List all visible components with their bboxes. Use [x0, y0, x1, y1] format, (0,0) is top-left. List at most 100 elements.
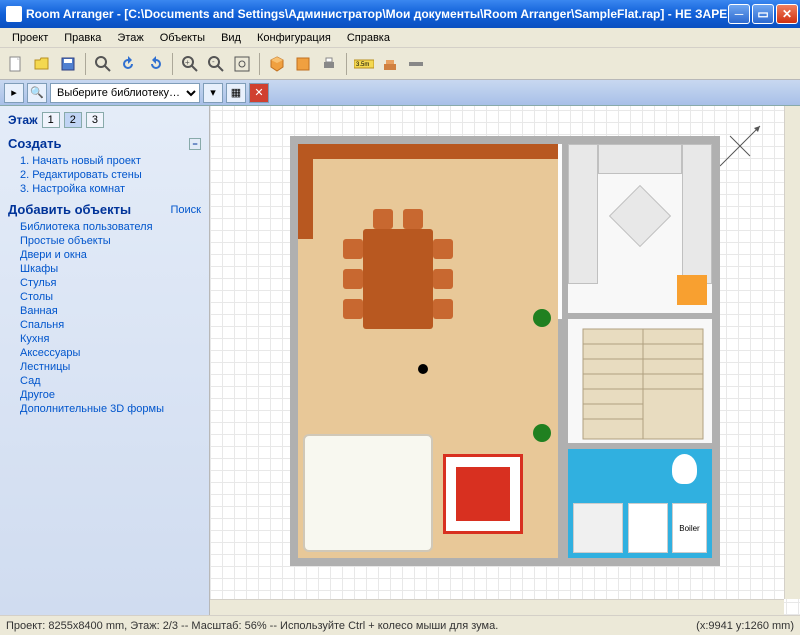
room-staircase[interactable] [562, 319, 712, 449]
sofa[interactable] [303, 434, 433, 552]
furniture-button[interactable] [378, 52, 402, 76]
cat-doors-windows[interactable]: Двери и окна [20, 248, 201, 262]
cat-kitchen[interactable]: Кухня [20, 332, 201, 346]
zoom-in-button[interactable]: + [178, 52, 202, 76]
bath-counter[interactable] [628, 503, 668, 553]
cat-garden[interactable]: Сад [20, 374, 201, 388]
zoom-out-button[interactable]: - [204, 52, 228, 76]
create-new-project[interactable]: 1. Начать новый проект [20, 154, 201, 168]
objects-header: Добавить объекты Поиск [8, 202, 201, 217]
chair[interactable] [433, 239, 453, 259]
save-button[interactable] [56, 52, 80, 76]
redo-button[interactable] [143, 52, 167, 76]
menu-objects[interactable]: Объекты [152, 30, 213, 46]
shelf-left[interactable] [298, 159, 313, 239]
cat-accessories[interactable]: Аксессуары [20, 346, 201, 360]
cat-tables[interactable]: Столы [20, 290, 201, 304]
toilet-icon[interactable] [672, 454, 697, 484]
kitchen-counter[interactable] [682, 144, 712, 284]
titlebar: Room Arranger - [C:\Documents and Settin… [0, 0, 800, 28]
search-link[interactable]: Поиск [171, 204, 201, 216]
svg-text:-: - [212, 57, 215, 66]
view-2d-button[interactable] [291, 52, 315, 76]
chair[interactable] [343, 269, 363, 289]
chair[interactable] [343, 299, 363, 319]
floor-3-button[interactable]: 3 [86, 112, 104, 128]
lib-close-icon[interactable]: ✕ [249, 83, 269, 103]
floor-2-button[interactable]: 2 [64, 112, 82, 128]
cat-chairs[interactable]: Стулья [20, 276, 201, 290]
horizontal-scrollbar[interactable] [210, 599, 784, 615]
menu-project[interactable]: Проект [4, 30, 56, 46]
kitchen-appliance[interactable] [677, 275, 707, 305]
close-button[interactable]: ✕ [776, 4, 798, 24]
print-button[interactable] [317, 52, 341, 76]
library-dropdown[interactable]: Выберите библиотеку… [50, 83, 200, 103]
kitchen-counter[interactable] [598, 144, 682, 174]
cat-stairs[interactable]: Лестницы [20, 360, 201, 374]
vertical-scrollbar[interactable] [784, 106, 800, 599]
room-bathroom[interactable]: Boiler [562, 443, 712, 558]
create-header: Создать − [8, 136, 201, 151]
zoom-fit-button[interactable] [230, 52, 254, 76]
menu-floor[interactable]: Этаж [109, 30, 151, 46]
cat-bathroom[interactable]: Ванная [20, 304, 201, 318]
boiler[interactable]: Boiler [672, 503, 707, 553]
create-edit-walls[interactable]: 2. Редактировать стены [20, 168, 201, 182]
cat-simple[interactable]: Простые объекты [20, 234, 201, 248]
sidebar: Этаж 1 2 3 Создать − 1. Начать новый про… [0, 106, 210, 615]
create-list: 1. Начать новый проект 2. Редактировать … [8, 154, 201, 196]
menu-config[interactable]: Конфигурация [249, 30, 339, 46]
cat-wardrobes[interactable]: Шкафы [20, 262, 201, 276]
stairs-icon [568, 319, 712, 449]
lib-arrow-icon[interactable]: ▸ [4, 83, 24, 103]
plant-icon[interactable] [533, 309, 551, 327]
canvas[interactable]: Boiler [210, 106, 800, 615]
minimize-button[interactable]: ─ [728, 4, 750, 24]
menubar: Проект Правка Этаж Объекты Вид Конфигура… [0, 28, 800, 48]
create-room-settings[interactable]: 3. Настройка комнат [20, 182, 201, 196]
svg-text:3.5m: 3.5m [356, 62, 369, 68]
toolbar-main: + - 3.5m [0, 48, 800, 80]
floorplan[interactable]: Boiler [290, 136, 720, 566]
measure-button[interactable]: 3.5m [352, 52, 376, 76]
new-button[interactable] [4, 52, 28, 76]
cat-user-library[interactable]: Библиотека пользователя [20, 220, 201, 234]
cat-3d-shapes[interactable]: Дополнительные 3D формы [20, 402, 201, 416]
window-title: Room Arranger - [C:\Documents and Settin… [26, 7, 728, 21]
lib-expand-icon[interactable]: ▾ [203, 83, 223, 103]
collapse-icon[interactable]: − [189, 138, 201, 150]
room-living[interactable] [298, 144, 558, 558]
kitchen-counter[interactable] [568, 144, 598, 284]
undo-button[interactable] [117, 52, 141, 76]
lamp-icon[interactable] [418, 364, 428, 374]
statusbar: Проект: 8255x8400 mm, Этаж: 2/3 -- Масшт… [0, 615, 800, 635]
zoom-button[interactable] [91, 52, 115, 76]
chair[interactable] [433, 299, 453, 319]
floor-selector: Этаж 1 2 3 [8, 112, 201, 128]
menu-view[interactable]: Вид [213, 30, 249, 46]
chair[interactable] [433, 269, 453, 289]
chair[interactable] [373, 209, 393, 229]
kitchen-sink[interactable] [609, 185, 671, 247]
dining-table[interactable] [363, 229, 433, 329]
room-kitchen[interactable] [562, 144, 712, 319]
lib-search-icon[interactable]: 🔍 [27, 83, 47, 103]
open-button[interactable] [30, 52, 54, 76]
cat-other[interactable]: Другое [20, 388, 201, 402]
maximize-button[interactable]: ▭ [752, 4, 774, 24]
lib-grid-icon[interactable]: ▦ [226, 83, 246, 103]
shelf-top[interactable] [298, 144, 558, 159]
chair[interactable] [343, 239, 363, 259]
floor-1-button[interactable]: 1 [42, 112, 60, 128]
wall-button[interactable] [404, 52, 428, 76]
coffee-table[interactable] [443, 454, 523, 534]
menu-help[interactable]: Справка [339, 30, 398, 46]
cat-bedroom[interactable]: Спальня [20, 318, 201, 332]
view-3d-button[interactable] [265, 52, 289, 76]
plant-icon[interactable] [533, 424, 551, 442]
menu-edit[interactable]: Правка [56, 30, 109, 46]
chair[interactable] [403, 209, 423, 229]
svg-text:+: + [185, 58, 190, 67]
shower[interactable] [573, 503, 623, 553]
